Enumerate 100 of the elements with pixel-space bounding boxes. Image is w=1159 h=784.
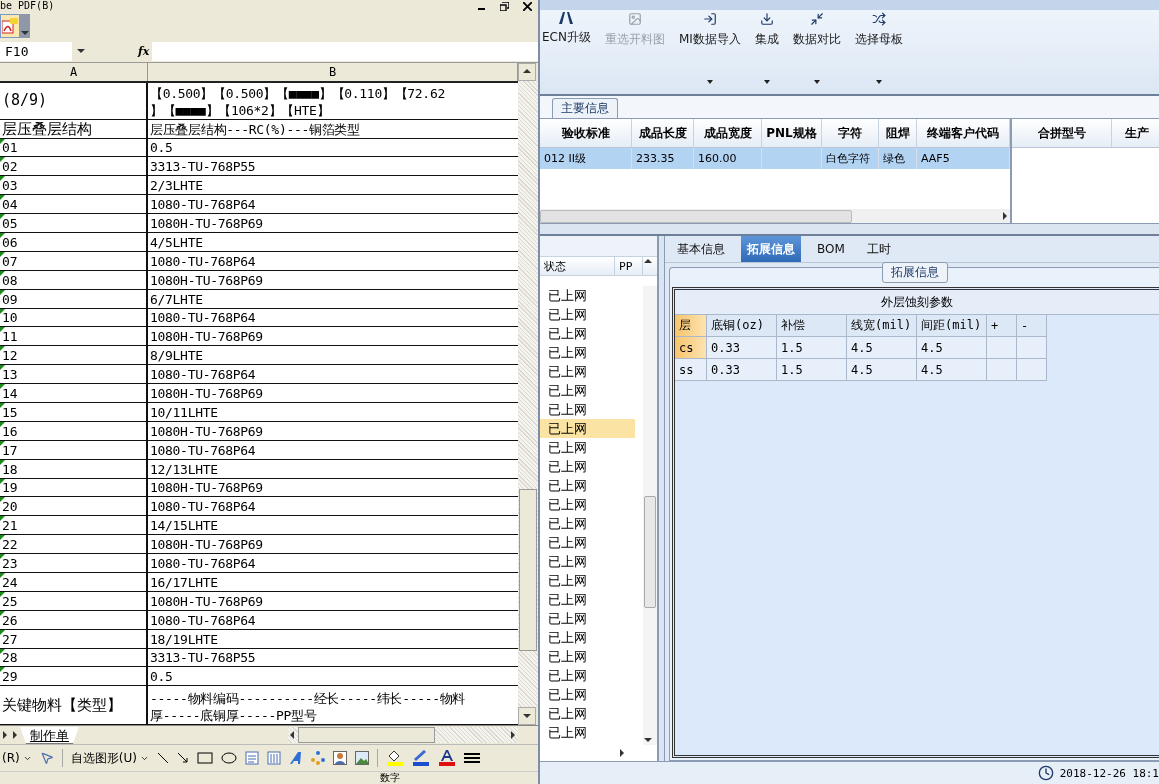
column-header[interactable]: 阻焊: [879, 119, 917, 147]
tab[interactable]: BOM: [811, 236, 851, 262]
rectangle-icon[interactable]: [196, 752, 213, 764]
column-header[interactable]: 补偿: [777, 315, 847, 337]
ribbon-button[interactable]: 数据对比: [792, 12, 841, 84]
line-color-icon[interactable]: [411, 750, 430, 766]
fill-color-icon[interactable]: [385, 750, 404, 766]
toolbar-options-button[interactable]: [20, 14, 30, 38]
tab[interactable]: 拓展信息: [741, 236, 801, 262]
list-row[interactable]: 已上网: [540, 419, 635, 438]
ribbon-button[interactable]: ECN升级: [542, 12, 591, 84]
list-row[interactable]: 已上网: [540, 438, 635, 457]
list-row[interactable]: 已上网: [540, 381, 635, 400]
tab[interactable]: 基本信息: [671, 236, 731, 262]
ellipse-icon[interactable]: [220, 752, 237, 764]
splitter[interactable]: [540, 224, 1159, 236]
pdf-button[interactable]: [0, 14, 20, 38]
clip-art-icon[interactable]: [332, 751, 347, 765]
arrow-icon: [522, 711, 532, 721]
list-row[interactable]: 已上网: [540, 343, 635, 362]
sheet-tab[interactable]: 制作单: [20, 726, 79, 744]
scroll-up-button[interactable]: [518, 63, 536, 81]
error-indicator-icon: [0, 233, 5, 238]
ribbon-button[interactable]: 选择母板: [854, 12, 903, 84]
list-row[interactable]: 已上网: [540, 457, 635, 476]
scrollbar-thumb[interactable]: [298, 727, 435, 743]
column-header[interactable]: PP: [615, 257, 643, 275]
list-row[interactable]: 已上网: [540, 723, 635, 742]
line-style-icon[interactable]: [463, 752, 480, 764]
table-cell: [987, 359, 1017, 381]
list-row[interactable]: 已上网: [540, 685, 635, 704]
line-icon[interactable]: [156, 752, 169, 764]
column-header[interactable]: 状态: [540, 257, 615, 275]
wordart-icon[interactable]: [288, 751, 303, 765]
scrollbar-thumb[interactable]: [519, 489, 537, 651]
list-row[interactable]: 已上网: [540, 704, 635, 723]
list-row[interactable]: 已上网: [540, 590, 635, 609]
pointer-icon[interactable]: [39, 751, 54, 765]
column-header[interactable]: 层: [675, 315, 707, 337]
table-row[interactable]: 012 II级 233.35 160.00 白色字符 绿色 AAF5: [540, 148, 1010, 169]
table-cell: 14: [0, 384, 148, 402]
list-row[interactable]: 已上网: [540, 305, 635, 324]
column-header[interactable]: 终端客户代码: [917, 119, 1010, 147]
column-header[interactable]: 底铜(oz): [707, 315, 777, 337]
name-box[interactable]: F10: [0, 41, 72, 61]
column-header[interactable]: 成品长度: [632, 119, 694, 147]
font-color-icon[interactable]: [437, 750, 456, 766]
column-header[interactable]: PNL规格: [762, 119, 822, 147]
error-indicator-icon: [0, 346, 5, 352]
table-cell-text: 1080H-TU-768P69: [149, 271, 264, 289]
column-header[interactable]: 线宽(mil): [847, 315, 917, 337]
scrollbar-thumb[interactable]: [540, 209, 852, 223]
column-header[interactable]: 生产: [1112, 119, 1159, 147]
table-cell-text: 6/7LHTE: [149, 290, 204, 308]
scroll-down-button[interactable]: [518, 707, 536, 725]
shuffle-icon: [871, 12, 886, 26]
column-header[interactable]: 间距(mil): [917, 315, 987, 337]
table-cell: 05: [0, 214, 148, 232]
ribbon-button[interactable]: MI数据导入: [678, 12, 741, 84]
table-cell-text: 1080-TU-768P64: [149, 366, 257, 384]
close-icon[interactable]: [523, 1, 532, 11]
table-cell-text: 1080H-TU-768P69: [149, 385, 264, 402]
list-row[interactable]: 已上网: [540, 571, 635, 590]
column-header[interactable]: 验收标准: [540, 119, 632, 147]
table-cell-text: 2/3LHTE: [149, 177, 204, 195]
diagram-icon[interactable]: [310, 751, 325, 765]
column-header[interactable]: 成品宽度: [694, 119, 762, 147]
error-indicator-icon: [0, 535, 5, 541]
list-row[interactable]: 已上网: [540, 514, 635, 533]
list-row[interactable]: 已上网: [540, 609, 635, 628]
list-row[interactable]: 已上网: [540, 324, 635, 343]
list-row[interactable]: 已上网: [540, 628, 635, 647]
column-header[interactable]: A: [0, 63, 148, 81]
column-header[interactable]: 合拼型号: [1012, 119, 1112, 147]
autoshapes-menu[interactable]: 自选图形(U): [70, 749, 149, 767]
error-indicator-icon: [0, 384, 5, 390]
restore-icon[interactable]: [500, 1, 509, 11]
list-row[interactable]: 已上网: [540, 533, 635, 552]
function-label[interactable]: fx: [138, 44, 150, 58]
menu-item[interactable]: be PDF(B): [0, 0, 55, 12]
column-header[interactable]: -: [1017, 315, 1047, 337]
list-row[interactable]: 已上网: [540, 647, 635, 666]
column-header[interactable]: +: [987, 315, 1017, 337]
draw-menu[interactable]: (R): [2, 751, 32, 765]
list-row[interactable]: 已上网: [540, 552, 635, 571]
list-row[interactable]: 已上网: [540, 400, 635, 419]
formula-field[interactable]: [152, 41, 538, 61]
list-row[interactable]: 已上网: [540, 495, 635, 514]
list-row[interactable]: 已上网: [540, 286, 635, 305]
list-row[interactable]: 已上网: [540, 666, 635, 685]
column-header[interactable]: 字符: [822, 119, 879, 147]
list-row[interactable]: 已上网: [540, 362, 635, 381]
table-cell: 28: [0, 648, 148, 667]
tab[interactable]: 工时: [860, 236, 897, 262]
picture-icon[interactable]: [354, 751, 369, 765]
row-header: cs: [675, 337, 707, 359]
ribbon-button[interactable]: 集成: [754, 12, 779, 84]
scrollbar-thumb[interactable]: [644, 496, 656, 608]
list-row[interactable]: 已上网: [540, 476, 635, 495]
arrow-icon[interactable]: [176, 752, 189, 764]
